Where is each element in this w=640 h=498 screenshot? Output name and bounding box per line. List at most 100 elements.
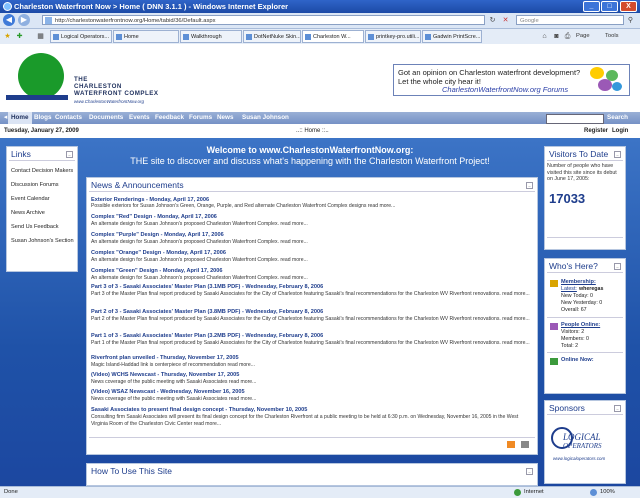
tab-logical-operators[interactable]: Logical Operators... [50, 30, 112, 43]
print-icon[interactable]: ⎙ [563, 32, 572, 41]
news-item-title[interactable]: (Video) WSAZ Newscast - Wednesday, Novem… [91, 389, 245, 395]
print-icon[interactable] [521, 441, 529, 448]
collapse-icon[interactable]: – [614, 263, 621, 270]
site-search-input[interactable] [546, 114, 604, 124]
internet-zone-icon [514, 489, 521, 496]
tab-bar: ★ ✚ ▦ Logical Operators... Home Walkthro… [0, 29, 640, 45]
whos-here-title: Who's Here? [549, 261, 598, 271]
tab-home[interactable]: Home [113, 30, 179, 43]
menu-documents[interactable]: Documents [89, 112, 123, 124]
link-discussion-forums[interactable]: Discussion Forums [11, 182, 59, 188]
new-yesterday: New Yesterday: 0 [561, 300, 603, 306]
news-item-title[interactable]: Part 1 of 3 - Sasaki Associates' Master … [91, 333, 323, 339]
menu-contacts[interactable]: Contacts [55, 112, 82, 124]
menu-blogs[interactable]: Blogs [34, 112, 52, 124]
news-item-desc: An alternate design for Susan Johnson's … [91, 257, 308, 263]
favorites-star-icon[interactable]: ★ [3, 32, 12, 41]
visitors-desc: Number of people who have visited this s… [547, 163, 617, 182]
refresh-icon[interactable]: ↻ [488, 16, 497, 25]
search-icon[interactable]: ⚲ [626, 16, 635, 25]
link-send-feedback[interactable]: Send Us Feedback [11, 224, 59, 230]
news-item-desc: Magic Island-Haddad link is centerpiece … [91, 362, 255, 368]
collapse-icon[interactable]: – [614, 405, 621, 412]
link-news-archive[interactable]: News Archive [11, 210, 45, 216]
menu-feedback[interactable]: Feedback [155, 112, 184, 124]
minimize-button[interactable]: _ [583, 1, 600, 12]
link-susan-johnson[interactable]: Susan Johnson's Section [11, 238, 74, 244]
menu-events[interactable]: Events [129, 112, 150, 124]
forward-icon[interactable]: ▶ [18, 14, 30, 26]
collapse-icon[interactable]: – [614, 151, 621, 158]
visitors-count: 17033 [549, 191, 586, 206]
site-menu: ◂ Home Blogs Contacts Documents Events F… [0, 112, 640, 124]
page-menu[interactable]: Page [576, 31, 590, 42]
people-online-icon [550, 323, 558, 330]
news-item-title[interactable]: Complex "Red" Design - Monday, April 17,… [91, 214, 217, 220]
tab-walkthrough[interactable]: Walkthrough [180, 30, 242, 43]
breadcrumb[interactable]: ..:: Home ::.. [296, 125, 329, 137]
visitors-title: Visitors To Date [549, 149, 609, 159]
sponsors-title: Sponsors [549, 403, 585, 413]
feeds-icon[interactable]: ◙ [552, 32, 561, 41]
sponsors-panel: Sponsors – LOGICAL OPERATORS www.logical… [544, 400, 626, 484]
stop-icon[interactable]: ✕ [501, 16, 510, 25]
speech-bubble-icon [598, 79, 612, 91]
maximize-button[interactable]: □ [601, 1, 618, 12]
news-item-title[interactable]: Riverfront plan unveiled - Thursday, Nov… [91, 355, 239, 361]
collapse-icon[interactable]: – [66, 151, 73, 158]
add-favorite-icon[interactable]: ✚ [15, 32, 24, 41]
tools-menu[interactable]: Tools [605, 31, 619, 42]
latest-label: Latest: [561, 286, 577, 292]
links-title: Links [11, 149, 31, 159]
tab-gadwin[interactable]: Gadwin PrintScre... [422, 30, 482, 43]
sponsor-url[interactable]: www.logicaloperators.com [553, 456, 605, 461]
site-search-button[interactable]: Search [607, 112, 628, 124]
page-icon [45, 17, 52, 24]
collapse-icon[interactable]: – [526, 182, 533, 189]
news-item-title[interactable]: Complex "Green" Design - Monday, April 1… [91, 268, 223, 274]
tab-dotnetnuke[interactable]: DotNetNuke Skin... [243, 30, 301, 43]
news-item-title[interactable]: Part 2 of 3 - Sasaki Associates' Master … [91, 309, 323, 315]
news-item-desc: Consulting firm Sasaki Associates will p… [91, 414, 519, 427]
home-icon[interactable]: ⌂ [540, 32, 549, 41]
news-item-title[interactable]: Complex "Orange" Design - Monday, April … [91, 250, 226, 256]
zoom-level[interactable]: 100% [600, 487, 615, 497]
back-icon[interactable]: ◀ [3, 14, 15, 26]
address-input[interactable]: http://charlestonwaterfrontnow.org/Home/… [42, 15, 485, 25]
news-item-desc: An alternate design for Susan Johnson's … [91, 221, 308, 227]
news-item-title[interactable]: Complex "Purple" Design - Monday, April … [91, 232, 224, 238]
menu-news[interactable]: News [217, 112, 233, 124]
current-date: Tuesday, January 27, 2009 [4, 128, 79, 134]
howto-panel: How To Use This Site – [86, 463, 538, 486]
close-button[interactable]: X [620, 1, 637, 12]
menu-home[interactable]: Home [8, 112, 32, 124]
latest-user[interactable]: wheregas [579, 286, 603, 292]
site-logo-bar [6, 95, 68, 100]
menu-forums[interactable]: Forums [189, 112, 212, 124]
link-contact-decision-makers[interactable]: Contact Decision Makers [11, 168, 73, 174]
links-panel: Links – Contact Decision Makers Discussi… [6, 146, 78, 272]
visitors-online: Visitors: 2 [561, 329, 585, 335]
news-title: News & Announcements [91, 180, 184, 190]
tab-list-icon[interactable]: ▦ [36, 32, 45, 41]
forums-banner[interactable]: Got an opinion on Charleston waterfront … [393, 64, 630, 96]
news-item-title[interactable]: Part 3 of 3 - Sasaki Associates' Master … [91, 284, 323, 290]
news-item-desc: Part 2 of the Master Plan final report p… [91, 316, 530, 322]
news-item-title[interactable]: (Video) WCHS Newscast - Thursday, Novemb… [91, 372, 239, 378]
rss-icon[interactable] [507, 441, 515, 448]
site-logo-circle[interactable] [18, 53, 64, 99]
news-item-title[interactable]: Sasaki Associates to present final desig… [91, 407, 307, 413]
search-input[interactable]: Google [516, 15, 624, 25]
collapse-icon[interactable]: – [526, 468, 533, 475]
window-title: Charleston Waterfront Now > Home ( DNN 3… [14, 2, 289, 11]
link-event-calendar[interactable]: Event Calendar [11, 196, 50, 202]
tab-printkey[interactable]: printkey-pro.utili... [365, 30, 421, 43]
total-online: Total: 2 [561, 343, 579, 349]
menu-susan-johnson[interactable]: Susan Johnson [242, 112, 289, 124]
security-zone: Internet [524, 489, 544, 495]
speech-bubble-icon [590, 67, 604, 79]
register-link[interactable]: Register [584, 125, 608, 137]
login-link[interactable]: Login [612, 125, 628, 137]
tab-charleston-active[interactable]: Charleston W... [302, 30, 364, 43]
online-now-label: Online Now: [561, 357, 594, 363]
